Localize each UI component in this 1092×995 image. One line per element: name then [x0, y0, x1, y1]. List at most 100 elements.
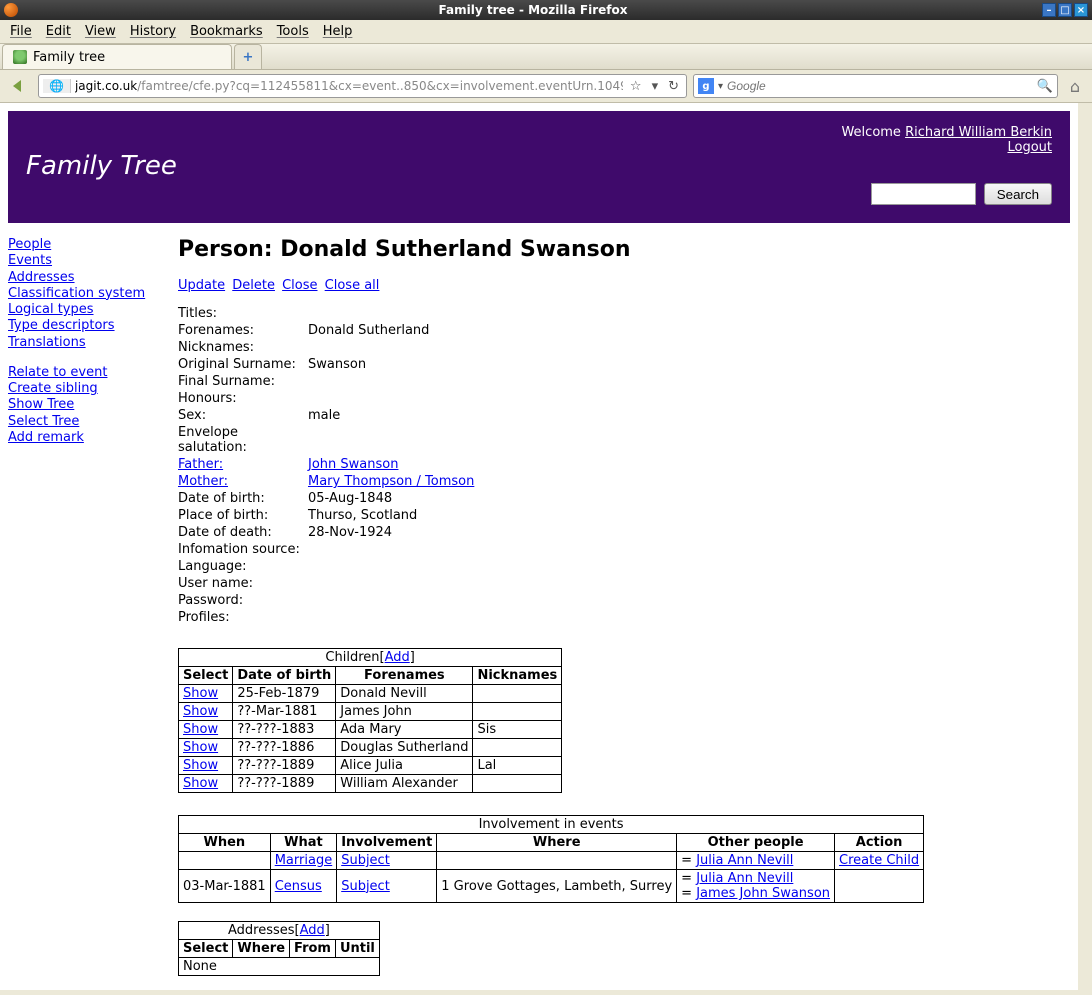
browser-tab[interactable]: Family tree	[2, 44, 232, 69]
table-header: Forenames	[336, 667, 473, 685]
table-header: Date of birth	[233, 667, 336, 685]
events-caption: Involvement in events	[178, 815, 924, 833]
back-button[interactable]	[6, 75, 32, 97]
detail-value: 28-Nov-1924	[308, 524, 478, 541]
detail-label: Language:	[178, 558, 308, 575]
details-table: Titles:Forenames:Donald SutherlandNickna…	[178, 305, 478, 626]
search-bar[interactable]: g ▾ 🔍	[693, 74, 1058, 98]
sidebar-item-create-sibling[interactable]: Create sibling	[8, 381, 168, 397]
sidebar-item-show-tree[interactable]: Show Tree	[8, 397, 168, 413]
menu-tools[interactable]: Tools	[277, 24, 309, 39]
close-window-button[interactable]: ×	[1074, 3, 1088, 17]
detail-value	[308, 558, 478, 575]
sidebar-item-logical-types[interactable]: Logical types	[8, 302, 168, 318]
show-link[interactable]: Show	[183, 776, 218, 791]
menu-view[interactable]: View	[85, 24, 116, 39]
addresses-table: Addresses[Add] SelectWhereFromUntil None	[178, 921, 380, 976]
event-action-link[interactable]: Create Child	[839, 853, 919, 868]
sidebar-item-relate-event[interactable]: Relate to event	[8, 365, 168, 381]
table-header: Where	[233, 940, 290, 958]
logout-link[interactable]: Logout	[1007, 140, 1052, 155]
site-search-button[interactable]: Search	[984, 183, 1052, 205]
action-update[interactable]: Update	[178, 278, 225, 293]
detail-value-link[interactable]: John Swanson	[308, 457, 398, 472]
table-row: Show??-???-1883Ada MarySis	[179, 721, 562, 739]
action-close-all[interactable]: Close all	[325, 278, 380, 293]
detail-value	[308, 541, 478, 558]
children-add-link[interactable]: Add	[385, 650, 410, 665]
show-link[interactable]: Show	[183, 686, 218, 701]
sidebar: People Events Addresses Classification s…	[8, 237, 168, 990]
table-row: Show25-Feb-1879Donald Nevill	[179, 685, 562, 703]
sidebar-item-select-tree[interactable]: Select Tree	[8, 414, 168, 430]
os-titlebar: Family tree - Mozilla Firefox – □ ×	[0, 0, 1092, 20]
bookmark-star-icon[interactable]: ☆	[627, 79, 645, 94]
table-row: MarriageSubject= Julia Ann NevillCreate …	[179, 852, 924, 870]
url-dropdown-icon[interactable]: ▾	[649, 79, 662, 94]
main-content: Person: Donald Sutherland Swanson Update…	[178, 237, 1070, 990]
scrollbar[interactable]	[1078, 103, 1092, 990]
detail-label: Father:	[178, 456, 308, 473]
site-search-input[interactable]	[871, 183, 976, 205]
url-bar[interactable]: 🌐 jagit.co.uk/famtree/cfe.py?cq=11245581…	[38, 74, 687, 98]
maximize-button[interactable]: □	[1058, 3, 1072, 17]
menu-bookmarks[interactable]: Bookmarks	[190, 24, 263, 39]
show-link[interactable]: Show	[183, 740, 218, 755]
detail-label: Profiles:	[178, 609, 308, 626]
window-title: Family tree - Mozilla Firefox	[24, 3, 1042, 17]
sidebar-item-people[interactable]: People	[8, 237, 168, 253]
menu-file[interactable]: File	[10, 24, 32, 39]
detail-value	[308, 373, 478, 390]
person-actions: Update Delete Close Close all	[178, 278, 1070, 293]
event-what-link[interactable]: Marriage	[275, 853, 332, 868]
sidebar-item-add-remark[interactable]: Add remark	[8, 430, 168, 446]
event-what-link[interactable]: Census	[275, 879, 322, 894]
action-delete[interactable]: Delete	[232, 278, 275, 293]
person-link[interactable]: James John Swanson	[696, 886, 830, 901]
events-table: Involvement in events WhenWhatInvolvemen…	[178, 815, 924, 903]
detail-label: Infomation source:	[178, 541, 308, 558]
show-link[interactable]: Show	[183, 704, 218, 719]
tabbar: Family tree +	[0, 44, 1092, 70]
search-engine-chevron-icon[interactable]: ▾	[718, 81, 723, 92]
person-link[interactable]: Julia Ann Nevill	[696, 853, 793, 868]
sidebar-item-classification[interactable]: Classification system	[8, 286, 168, 302]
detail-label-link[interactable]: Father:	[178, 457, 223, 472]
detail-value: 05-Aug-1848	[308, 490, 478, 507]
sidebar-item-addresses[interactable]: Addresses	[8, 270, 168, 286]
detail-value-link[interactable]: Mary Thompson / Tomson	[308, 474, 474, 489]
user-link[interactable]: Richard William Berkin	[905, 125, 1052, 140]
search-input[interactable]	[727, 79, 1033, 93]
action-close[interactable]: Close	[282, 278, 317, 293]
minimize-button[interactable]: –	[1042, 3, 1056, 17]
detail-label: Sex:	[178, 407, 308, 424]
menu-history[interactable]: History	[130, 24, 176, 39]
detail-label: Date of birth:	[178, 490, 308, 507]
sidebar-item-type-descriptors[interactable]: Type descriptors	[8, 318, 168, 334]
sidebar-item-translations[interactable]: Translations	[8, 335, 168, 351]
home-button[interactable]: ⌂	[1064, 75, 1086, 97]
detail-value: Swanson	[308, 356, 478, 373]
url-identity: 🌐	[43, 79, 71, 93]
detail-value: Thurso, Scotland	[308, 507, 478, 524]
site-title: Family Tree	[26, 151, 177, 205]
detail-label: User name:	[178, 575, 308, 592]
scrollbar-thumb[interactable]	[1080, 121, 1090, 471]
show-link[interactable]: Show	[183, 722, 218, 737]
person-link[interactable]: Julia Ann Nevill	[696, 871, 793, 886]
reload-icon[interactable]: ↻	[665, 79, 682, 94]
search-magnifier-icon[interactable]: 🔍	[1037, 79, 1053, 94]
addresses-add-link[interactable]: Add	[300, 923, 325, 938]
children-caption: Children[Add]	[178, 648, 562, 666]
detail-label-link[interactable]: Mother:	[178, 474, 228, 489]
table-header: Involvement	[337, 834, 437, 852]
event-involve-link[interactable]: Subject	[341, 879, 390, 894]
sidebar-item-events[interactable]: Events	[8, 253, 168, 269]
detail-label: Honours:	[178, 390, 308, 407]
event-involve-link[interactable]: Subject	[341, 853, 390, 868]
new-tab-button[interactable]: +	[234, 44, 262, 69]
menu-help[interactable]: Help	[323, 24, 353, 39]
menu-edit[interactable]: Edit	[46, 24, 71, 39]
show-link[interactable]: Show	[183, 758, 218, 773]
welcome-text: Welcome Richard William Berkin	[841, 125, 1052, 140]
